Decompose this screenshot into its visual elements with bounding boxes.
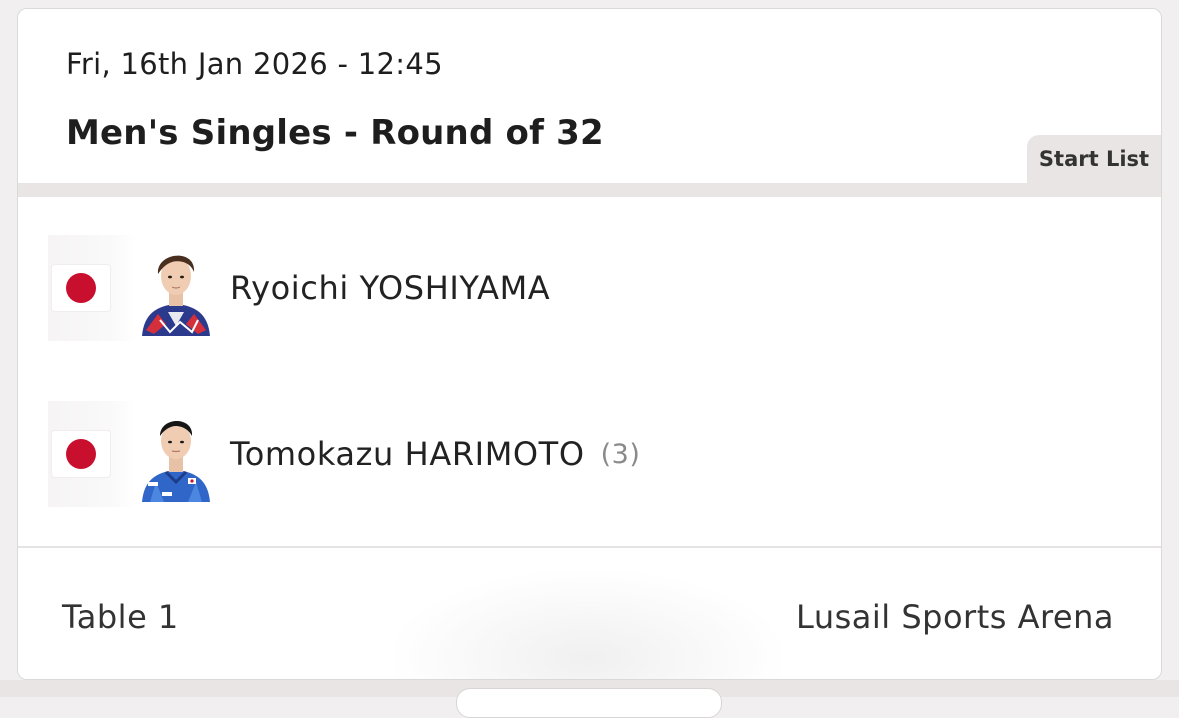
player-row-2[interactable]: Tomokazu HARIMOTO (3): [48, 401, 748, 507]
japan-flag-icon: [52, 431, 110, 477]
player-photo-icon: [142, 421, 210, 502]
player-name[interactable]: Tomokazu HARIMOTO: [230, 435, 585, 473]
start-list-tab[interactable]: Start List: [1027, 135, 1161, 183]
player-photo-icon: [142, 255, 210, 336]
players-list: Ryoichi YOSHIYAMA Tomokazu HARIMOTO (3): [18, 197, 1161, 546]
match-card[interactable]: Fri, 16th Jan 2026 - 12:45 Men's Singles…: [17, 8, 1162, 680]
flag-disc: [66, 273, 96, 303]
japan-flag-icon: [52, 265, 110, 311]
player-row-1[interactable]: Ryoichi YOSHIYAMA: [48, 235, 748, 341]
venue-label: Lusail Sports Arena: [796, 598, 1114, 636]
flag-container: [48, 235, 136, 341]
table-label: Table 1: [62, 598, 179, 636]
match-footer: Table 1 Lusail Sports Arena: [18, 548, 1161, 679]
seed-badge: (3): [600, 438, 641, 470]
event-title: Men's Singles - Round of 32: [66, 113, 604, 153]
flag-container: [48, 401, 136, 507]
match-header: Fri, 16th Jan 2026 - 12:45 Men's Singles…: [18, 9, 1161, 183]
header-divider: [18, 183, 1161, 197]
player-name[interactable]: Ryoichi YOSHIYAMA: [230, 269, 550, 307]
next-card-tab[interactable]: [456, 688, 722, 718]
flag-disc: [66, 439, 96, 469]
player-avatar: [136, 406, 216, 502]
match-datetime: Fri, 16th Jan 2026 - 12:45: [66, 47, 443, 81]
player-avatar: [136, 240, 216, 336]
